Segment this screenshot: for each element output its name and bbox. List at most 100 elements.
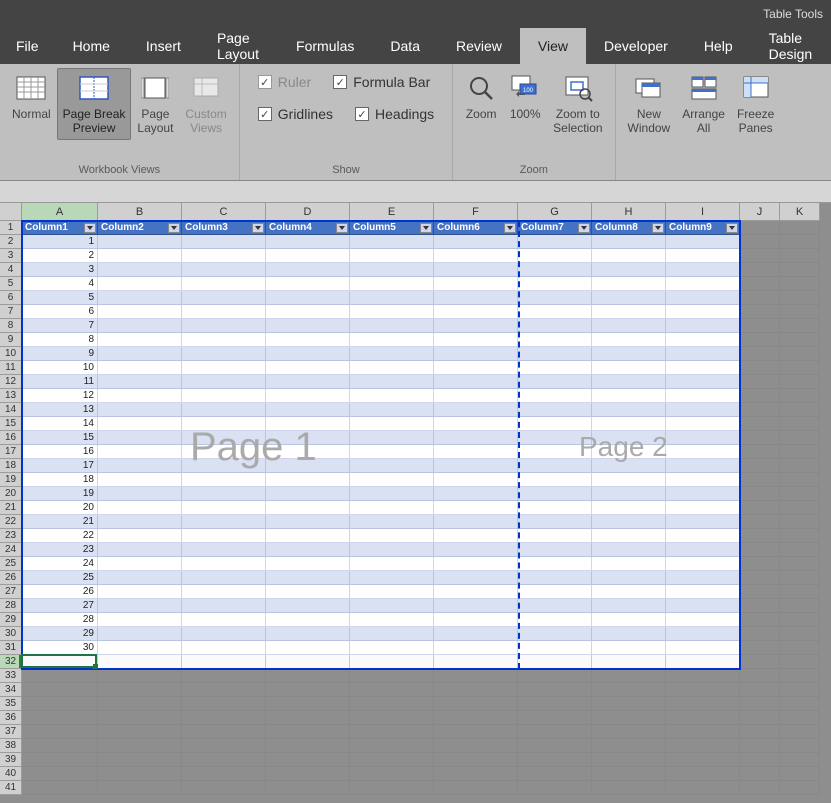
cell[interactable] (98, 725, 182, 739)
cell[interactable] (780, 389, 820, 403)
cell[interactable] (434, 543, 518, 557)
cell[interactable] (266, 235, 350, 249)
cell[interactable] (266, 529, 350, 543)
cell[interactable]: Column6 (434, 221, 518, 235)
cell[interactable]: 27 (22, 599, 98, 613)
cell[interactable] (434, 557, 518, 571)
cell[interactable] (98, 445, 182, 459)
cell[interactable] (182, 431, 266, 445)
cell[interactable] (182, 641, 266, 655)
cell[interactable] (666, 613, 740, 627)
cell[interactable] (434, 683, 518, 697)
cell[interactable] (740, 361, 780, 375)
cell[interactable] (434, 263, 518, 277)
cell[interactable] (266, 347, 350, 361)
cell[interactable] (266, 305, 350, 319)
cell[interactable]: 19 (22, 487, 98, 501)
cell[interactable] (666, 753, 740, 767)
cell[interactable] (434, 431, 518, 445)
cell[interactable] (434, 571, 518, 585)
cell[interactable] (780, 557, 820, 571)
cell[interactable] (666, 543, 740, 557)
cell[interactable] (780, 697, 820, 711)
cell[interactable] (780, 641, 820, 655)
cell[interactable] (98, 347, 182, 361)
cell[interactable] (266, 375, 350, 389)
cell[interactable] (518, 501, 592, 515)
formula-bar-checkbox[interactable]: ✓ Formula Bar (333, 74, 430, 90)
row-header[interactable]: 14 (0, 403, 22, 417)
cell[interactable] (182, 445, 266, 459)
tab-page-layout[interactable]: Page Layout (199, 28, 278, 64)
cell[interactable] (780, 529, 820, 543)
cell[interactable] (592, 305, 666, 319)
cell[interactable] (350, 417, 434, 431)
cell[interactable] (666, 417, 740, 431)
cell[interactable] (740, 683, 780, 697)
column-header-E[interactable]: E (350, 203, 434, 221)
cell[interactable] (266, 249, 350, 263)
cell[interactable] (592, 473, 666, 487)
cell[interactable] (434, 781, 518, 795)
cell[interactable] (740, 347, 780, 361)
cell[interactable]: Column7 (518, 221, 592, 235)
row-header[interactable]: 19 (0, 473, 22, 487)
normal-view-button[interactable]: Normal (6, 68, 57, 126)
cell[interactable] (22, 767, 98, 781)
column-header-K[interactable]: K (780, 203, 820, 221)
cell[interactable]: 20 (22, 501, 98, 515)
filter-dropdown-icon[interactable] (336, 223, 348, 233)
cell[interactable] (434, 459, 518, 473)
cell[interactable] (780, 291, 820, 305)
select-all-corner[interactable] (0, 203, 22, 221)
cell[interactable] (266, 613, 350, 627)
cell[interactable]: 29 (22, 627, 98, 641)
cell[interactable] (740, 571, 780, 585)
cell[interactable] (266, 669, 350, 683)
cell[interactable] (592, 683, 666, 697)
cell[interactable] (182, 263, 266, 277)
row-header[interactable]: 7 (0, 305, 22, 319)
cell[interactable] (666, 375, 740, 389)
zoom-100-button[interactable]: 100 100% (503, 68, 547, 126)
cell[interactable] (740, 417, 780, 431)
cell[interactable] (266, 753, 350, 767)
cell[interactable] (98, 473, 182, 487)
zoom-to-selection-button[interactable]: Zoom to Selection (547, 68, 608, 140)
cell[interactable] (182, 599, 266, 613)
row-header[interactable]: 40 (0, 767, 22, 781)
cell[interactable] (740, 627, 780, 641)
cell[interactable] (592, 585, 666, 599)
cell[interactable] (434, 627, 518, 641)
cell[interactable] (518, 627, 592, 641)
cell[interactable]: Column1 (22, 221, 98, 235)
row-header[interactable]: 12 (0, 375, 22, 389)
row-header[interactable]: 22 (0, 515, 22, 529)
cell[interactable] (518, 753, 592, 767)
filter-dropdown-icon[interactable] (252, 223, 264, 233)
row-header[interactable]: 37 (0, 725, 22, 739)
cell[interactable] (350, 431, 434, 445)
cell[interactable] (182, 529, 266, 543)
cell[interactable] (98, 655, 182, 669)
cell[interactable] (182, 333, 266, 347)
cell[interactable] (98, 711, 182, 725)
cell[interactable] (666, 515, 740, 529)
cell[interactable] (350, 543, 434, 557)
cell[interactable] (518, 305, 592, 319)
cell[interactable] (740, 753, 780, 767)
cell[interactable] (98, 305, 182, 319)
cell[interactable] (434, 305, 518, 319)
cell[interactable] (518, 235, 592, 249)
cell[interactable] (182, 417, 266, 431)
cell[interactable] (434, 655, 518, 669)
cell[interactable] (182, 235, 266, 249)
cell[interactable] (592, 725, 666, 739)
cell[interactable] (350, 683, 434, 697)
cell[interactable]: 24 (22, 557, 98, 571)
cell[interactable] (666, 249, 740, 263)
cell[interactable] (592, 375, 666, 389)
cell[interactable] (266, 291, 350, 305)
cell[interactable]: 5 (22, 291, 98, 305)
cell[interactable] (434, 235, 518, 249)
